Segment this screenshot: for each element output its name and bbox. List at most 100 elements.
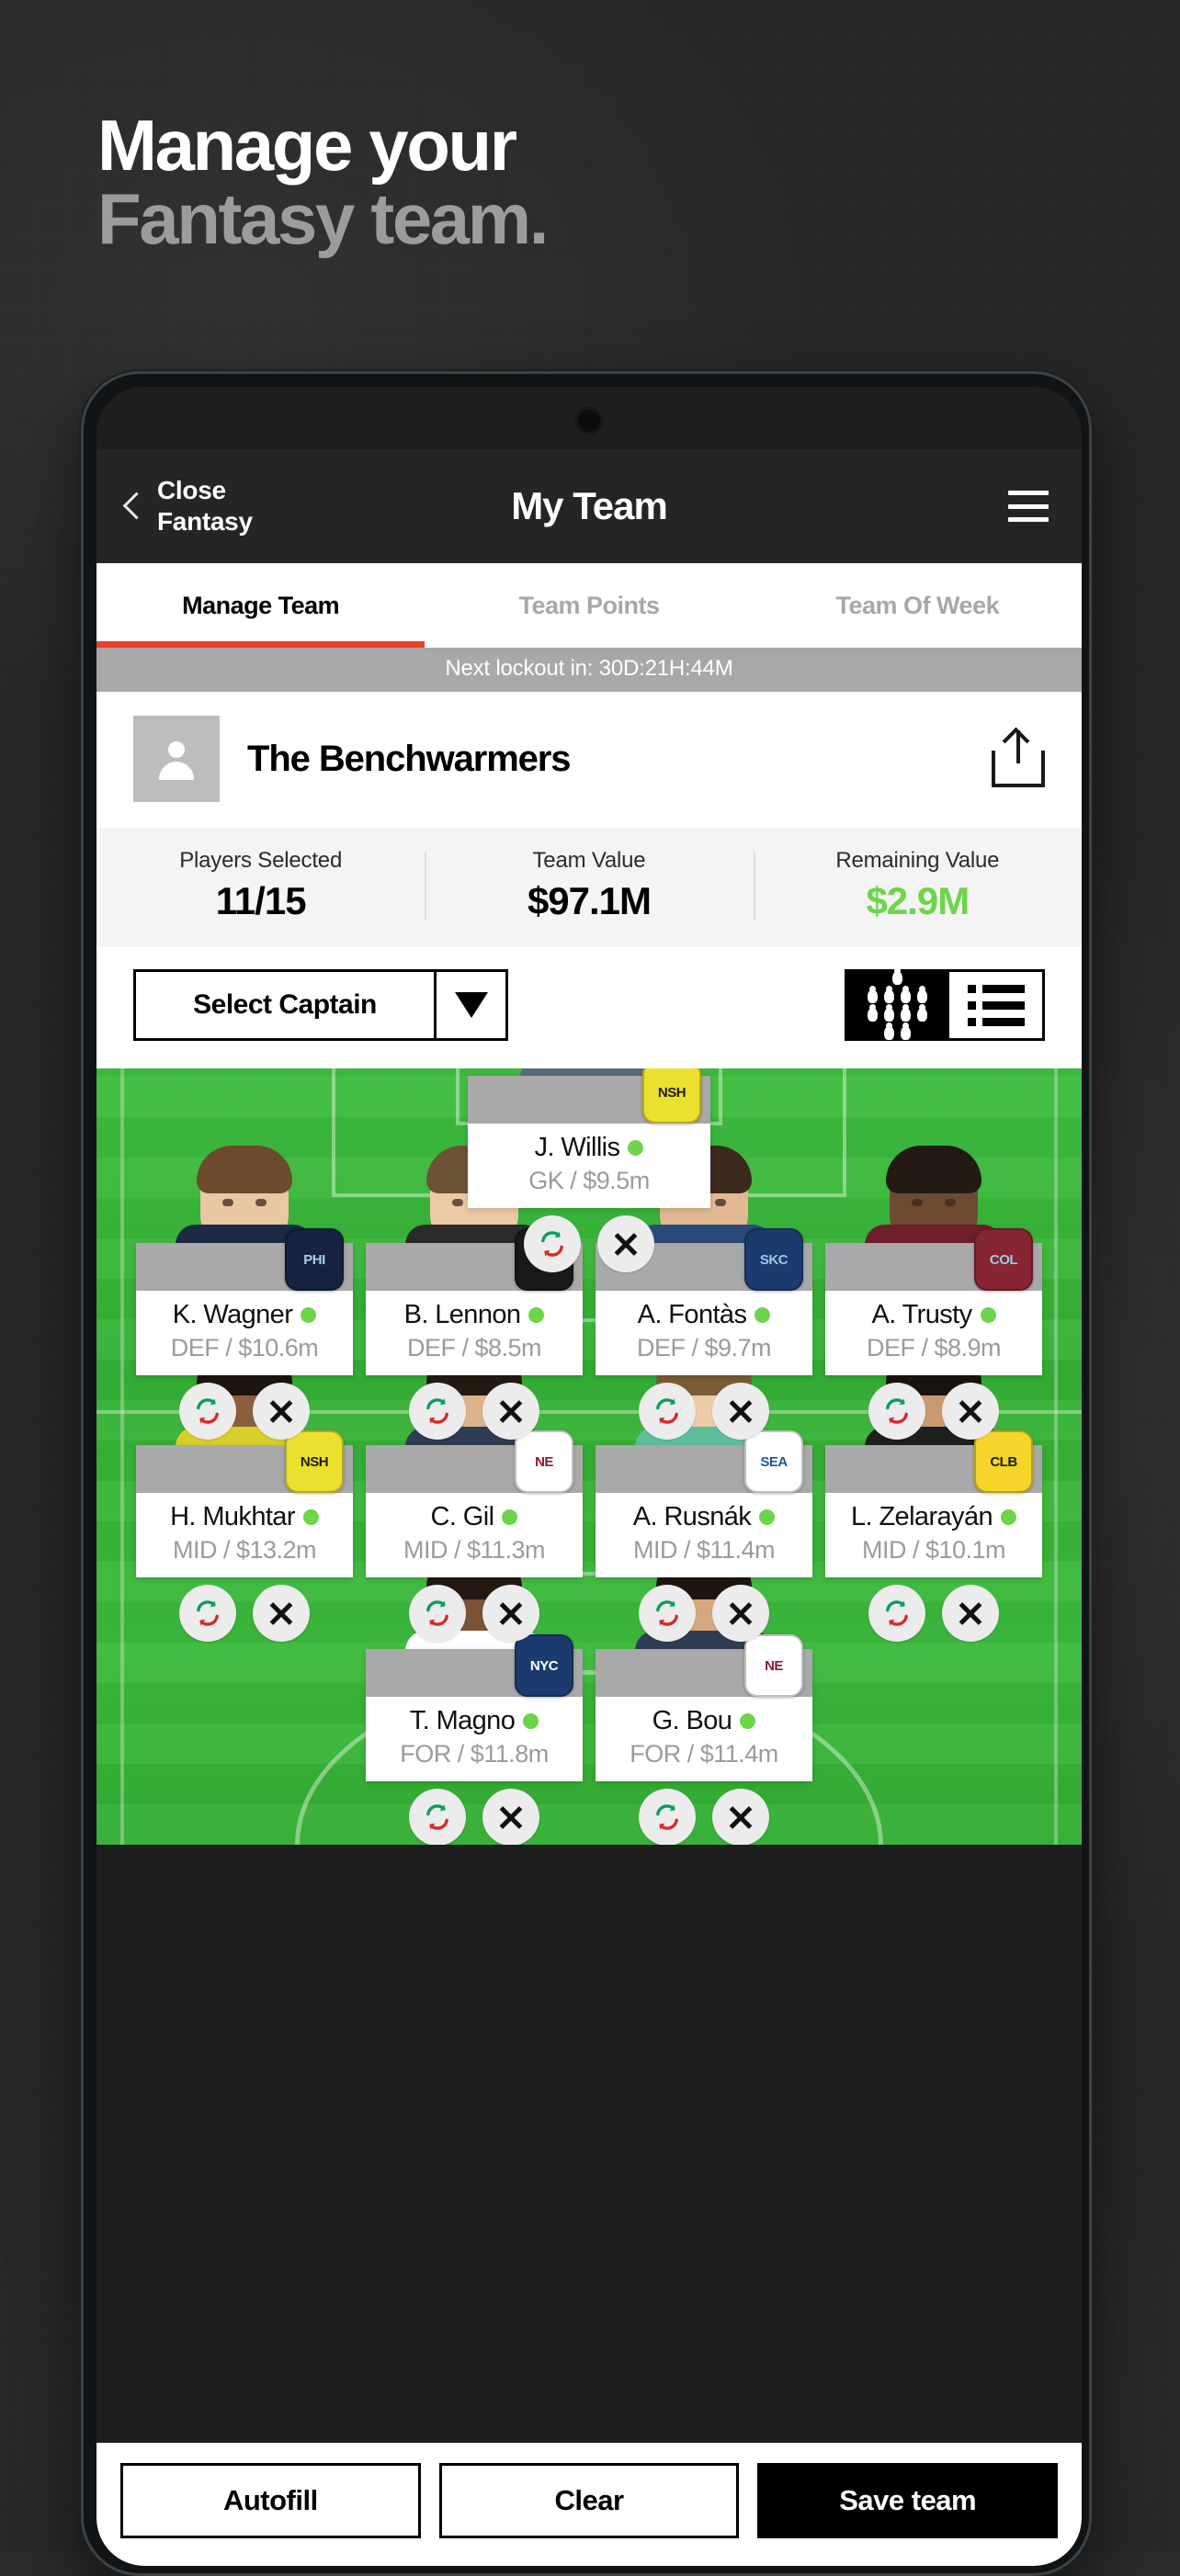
close-fantasy-label-line2: Fantasy xyxy=(157,507,253,536)
stat-remaining-value: Remaining Value $2.9M xyxy=(753,848,1082,923)
player-info: T. Magno FOR / $11.8m xyxy=(366,1697,583,1781)
swap-icon xyxy=(426,1804,448,1830)
stat-label: Remaining Value xyxy=(835,848,1000,873)
stat-label: Team Value xyxy=(532,848,646,873)
stat-value: $97.1M xyxy=(527,879,652,922)
remove-player-button[interactable] xyxy=(482,1789,539,1845)
swap-icon xyxy=(426,1600,448,1626)
tab-team-points[interactable]: Team Points xyxy=(425,563,753,648)
remove-player-button[interactable] xyxy=(482,1383,539,1440)
hamburger-menu-icon[interactable] xyxy=(1008,491,1049,522)
club-crest-icon: NSH xyxy=(642,1068,701,1124)
player-card-body: NSH H. Mukhtar MID / $13.2m xyxy=(136,1430,353,1577)
remove-player-button[interactable] xyxy=(712,1585,769,1642)
tab-manage-team[interactable]: Manage Team xyxy=(96,563,425,648)
player-name-text: C. Gil xyxy=(430,1502,495,1531)
close-fantasy-button[interactable]: Close Fantasy xyxy=(119,475,253,537)
person-avatar-icon[interactable] xyxy=(133,716,220,802)
swap-icon xyxy=(541,1231,563,1257)
swap-player-button[interactable] xyxy=(639,1383,696,1440)
player-card-body: CLB L. Zelarayán MID / $10.1m xyxy=(825,1430,1042,1577)
remove-player-button[interactable] xyxy=(597,1215,654,1272)
player-status-indicator xyxy=(628,1140,644,1156)
view-mode-toggle xyxy=(845,966,1045,1041)
save-team-button[interactable]: Save team xyxy=(757,2463,1059,2538)
autofill-button[interactable]: Autofill xyxy=(120,2463,421,2538)
remove-player-button[interactable] xyxy=(942,1585,999,1642)
remove-player-button[interactable] xyxy=(712,1789,769,1845)
stat-players-selected: Players Selected 11/15 xyxy=(96,848,425,923)
lockout-countdown-banner: Next lockout in: 30D:21H:44M xyxy=(96,648,1082,692)
promo-headline: Manage your Fantasy team. xyxy=(97,108,1090,255)
player-info: A. Rusnák MID / $11.4m xyxy=(596,1493,812,1577)
player-card-body: NE C. Gil MID / $11.3m xyxy=(366,1430,583,1577)
swap-player-button[interactable] xyxy=(868,1383,925,1440)
swap-player-button[interactable] xyxy=(639,1585,696,1642)
share-upload-icon[interactable] xyxy=(992,730,1045,787)
player-card-band: NSH xyxy=(468,1068,710,1124)
player-actions xyxy=(868,1585,999,1642)
swap-icon xyxy=(656,1804,678,1830)
tab-bar: Manage Team Team Points Team Of Week xyxy=(96,563,1082,648)
swap-player-button[interactable] xyxy=(179,1585,236,1642)
player-name: T. Magno xyxy=(371,1706,577,1736)
swap-player-button[interactable] xyxy=(409,1789,466,1845)
club-crest-icon: NE xyxy=(744,1634,803,1697)
player-actions xyxy=(639,1383,769,1440)
swap-icon xyxy=(656,1600,678,1626)
tab-team-of-week[interactable]: Team Of Week xyxy=(754,563,1082,648)
swap-player-button[interactable] xyxy=(868,1585,925,1642)
player-name-text: H. Mukhtar xyxy=(170,1502,295,1531)
swap-player-button[interactable] xyxy=(179,1383,236,1440)
phone-volume-button[interactable] xyxy=(1089,572,1092,708)
select-captain-label: Select Captain xyxy=(193,989,377,1020)
player-name-text: T. Magno xyxy=(409,1706,516,1735)
player-name: L. Zelarayán xyxy=(831,1502,1037,1532)
swap-player-button[interactable] xyxy=(409,1383,466,1440)
swap-icon xyxy=(886,1398,908,1424)
player-position-price: MID / $13.2m xyxy=(172,1536,317,1564)
team-header: The Benchwarmers xyxy=(96,692,1082,828)
remove-player-button[interactable] xyxy=(942,1383,999,1440)
player-card-band: NYC xyxy=(366,1634,583,1697)
player-actions xyxy=(179,1383,310,1440)
player-card-band: COL xyxy=(825,1228,1042,1291)
player-name-text: A. Rusnák xyxy=(632,1502,752,1531)
player-actions xyxy=(524,1215,654,1272)
club-crest-icon: NSH xyxy=(285,1430,344,1493)
player-card-body: PHI K. Wagner DEF / $10.6m xyxy=(136,1228,353,1375)
player-status-indicator xyxy=(301,1307,317,1323)
player-info: L. Zelarayán MID / $10.1m xyxy=(825,1493,1042,1577)
player-name-text: A. Trusty xyxy=(871,1300,972,1329)
player-card-body: NSH J. Willis GK / $9.5m xyxy=(468,1068,710,1208)
player-status-indicator xyxy=(740,1713,756,1729)
remove-player-button[interactable] xyxy=(253,1585,310,1642)
phone-power-button[interactable] xyxy=(1089,769,1092,973)
swap-player-button[interactable] xyxy=(409,1585,466,1642)
player-name-text: L. Zelarayán xyxy=(851,1502,993,1531)
select-captain-dropdown[interactable]: Select Captain xyxy=(133,969,508,1041)
club-crest-icon: SEA xyxy=(744,1430,803,1493)
player-info: C. Gil MID / $11.3m xyxy=(366,1493,583,1577)
player-actions xyxy=(639,1789,769,1845)
list-view-icon[interactable] xyxy=(947,972,1042,1038)
close-fantasy-label-line1: Close xyxy=(157,476,226,504)
pitch-view: NSH J. Willis GK / $9.5m PHI K. Wagner DEF /… xyxy=(96,1068,1082,1845)
remove-player-button[interactable] xyxy=(712,1383,769,1440)
remove-player-button[interactable] xyxy=(482,1585,539,1642)
player-actions xyxy=(639,1585,769,1642)
remove-player-button[interactable] xyxy=(253,1383,310,1440)
player-card-body: NYC T. Magno FOR / $11.8m xyxy=(366,1634,583,1781)
player-card-body: SEA A. Rusnák MID / $11.4m xyxy=(596,1430,812,1577)
player-card-body: NE G. Bou FOR / $11.4m xyxy=(596,1634,812,1781)
swap-player-button[interactable] xyxy=(639,1789,696,1845)
team-name: The Benchwarmers xyxy=(247,738,572,779)
player-card-band: CLB xyxy=(825,1430,1042,1493)
swap-player-button[interactable] xyxy=(524,1215,581,1272)
stat-value: 11/15 xyxy=(215,879,307,922)
controls-row: Select Captain xyxy=(96,947,1082,1068)
player-name-text: G. Bou xyxy=(652,1706,732,1735)
clear-button[interactable]: Clear xyxy=(438,2463,740,2538)
pitch-formation-icon[interactable] xyxy=(847,966,947,1040)
player-card-band: PHI xyxy=(136,1228,353,1291)
